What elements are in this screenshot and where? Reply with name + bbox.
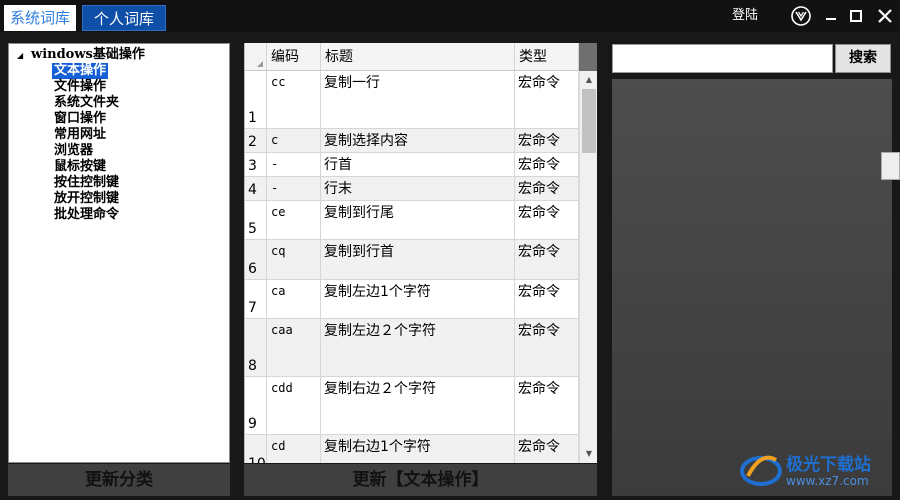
cell-title[interactable]: 行末 [321,177,515,200]
table-row[interactable]: 3 - 行首 宏命令 [245,153,579,177]
cell-type[interactable]: 宏命令 [515,280,579,318]
cell-code[interactable]: cq [267,240,321,279]
login-link[interactable]: 登陆 [732,6,758,26]
tree-item-batch-commands[interactable]: 批处理命令 [52,207,121,223]
tree-item-file-ops[interactable]: 文件操作 [52,79,108,95]
column-header-title[interactable]: 标题 [321,43,515,71]
row-number: 4 [245,177,267,200]
category-tree: ◢ windows基础操作 文本操作 文件操作 系统文件夹 窗口操作 常用网址 浏… [8,43,230,463]
cell-code[interactable]: cd [267,435,321,463]
tree-item-browser[interactable]: 浏览器 [52,143,95,159]
cell-title[interactable]: 复制到行尾 [321,201,515,239]
cell-code[interactable]: ce [267,201,321,239]
preview-panel [612,79,892,496]
table-row[interactable]: 5 ce 复制到行尾 宏命令 [245,201,579,240]
cell-code[interactable]: - [267,177,321,200]
tree-item-text-ops[interactable]: 文本操作 [52,63,109,79]
header-scroll-filler [579,43,597,71]
tree-item-hold-ctrl[interactable]: 按住控制键 [52,175,121,191]
scroll-down-arrow-icon[interactable]: ▼ [580,447,597,461]
row-number: 9 [245,377,267,434]
grid-rows: 1 cc 复制一行 宏命令 2 c 复制选择内容 宏命令 3 - 行首 宏命令 … [245,71,579,463]
scrollbar-thumb[interactable] [582,89,596,153]
close-icon[interactable] [874,5,896,27]
cell-type[interactable]: 宏命令 [515,153,579,176]
cell-type[interactable]: 宏命令 [515,240,579,279]
table-row[interactable]: 9 cdd 复制右边２个字符 宏命令 [245,377,579,435]
cell-code[interactable]: c [267,129,321,152]
tab-personal-library[interactable]: 个人词库 [82,5,166,31]
scroll-up-arrow-icon[interactable]: ▲ [580,73,597,87]
watermark-url: www.xz7.com [786,474,869,488]
tree-root[interactable]: ◢ windows基础操作 [17,46,145,64]
update-category-button[interactable]: 更新分类 [8,464,230,496]
grid-scrollbar[interactable]: ▲ ▼ [579,71,597,463]
cell-title[interactable]: 复制一行 [321,71,515,128]
maximize-icon[interactable] [845,5,867,27]
side-panel-handle[interactable] [881,152,900,180]
row-number: 2 [245,129,267,152]
collapse-arrow-icon[interactable]: ◢ [17,47,31,65]
table-row[interactable]: 8 caa 复制左边２个字符 宏命令 [245,319,579,377]
tree-item-mouse-keys[interactable]: 鼠标按键 [52,159,108,175]
row-number: 5 [245,201,267,239]
cell-code[interactable]: caa [267,319,321,376]
cell-type[interactable]: 宏命令 [515,129,579,152]
search-input[interactable] [612,44,833,73]
tab-system-library[interactable]: 系统词库 [4,5,76,31]
table-row[interactable]: 4 - 行末 宏命令 [245,177,579,201]
tree-item-release-ctrl[interactable]: 放开控制键 [52,191,121,207]
watermark: 极光下载站 www.xz7.com [738,446,894,494]
table-row[interactable]: 10 cd 复制右边1个字符 宏命令 [245,435,579,463]
row-number: 6 [245,240,267,279]
table-row[interactable]: 7 ca 复制左边1个字符 宏命令 [245,280,579,319]
watermark-name: 极光下载站 [786,455,871,475]
tree-root-label: windows基础操作 [31,47,145,62]
cell-type[interactable]: 宏命令 [515,435,579,463]
table-row[interactable]: 2 c 复制选择内容 宏命令 [245,129,579,153]
table-row[interactable]: 1 cc 复制一行 宏命令 [245,71,579,129]
tree-item-common-urls[interactable]: 常用网址 [52,127,108,143]
title-bar: 系统词库 个人词库 登陆 [0,0,900,32]
command-grid: 编码 标题 类型 1 cc 复制一行 宏命令 2 c 复制选择内容 宏命令 3 … [244,43,597,463]
update-current-category-button[interactable]: 更新【文本操作】 [244,464,597,496]
search-button[interactable]: 搜索 [835,44,891,73]
tree-item-system-folders[interactable]: 系统文件夹 [52,95,121,111]
cell-code[interactable]: - [267,153,321,176]
select-all-corner[interactable] [245,43,267,71]
table-row[interactable]: 6 cq 复制到行首 宏命令 [245,240,579,280]
row-number: 3 [245,153,267,176]
row-number: 7 [245,280,267,318]
row-number: 8 [245,319,267,376]
minimize-icon[interactable] [820,5,842,27]
cell-type[interactable]: 宏命令 [515,71,579,128]
tree-item-window-ops[interactable]: 窗口操作 [52,111,108,127]
cell-type[interactable]: 宏命令 [515,201,579,239]
cell-title[interactable]: 复制到行首 [321,240,515,279]
column-header-type[interactable]: 类型 [515,43,579,71]
cell-title[interactable]: 复制左边1个字符 [321,280,515,318]
cell-type[interactable]: 宏命令 [515,319,579,376]
cell-title[interactable]: 复制选择内容 [321,129,515,152]
cell-code[interactable]: cdd [267,377,321,434]
cell-type[interactable]: 宏命令 [515,377,579,434]
column-header-code[interactable]: 编码 [267,43,321,71]
watermark-logo-icon [740,455,782,486]
cell-type[interactable]: 宏命令 [515,177,579,200]
row-number: 1 [245,71,267,128]
logo-icon[interactable] [790,5,812,27]
cell-title[interactable]: 复制右边1个字符 [321,435,515,463]
cell-code[interactable]: ca [267,280,321,318]
grid-header: 编码 标题 类型 [245,43,597,71]
cell-title[interactable]: 复制左边２个字符 [321,319,515,376]
cell-title[interactable]: 复制右边２个字符 [321,377,515,434]
cell-title[interactable]: 行首 [321,153,515,176]
row-number: 10 [245,435,267,463]
cell-code[interactable]: cc [267,71,321,128]
